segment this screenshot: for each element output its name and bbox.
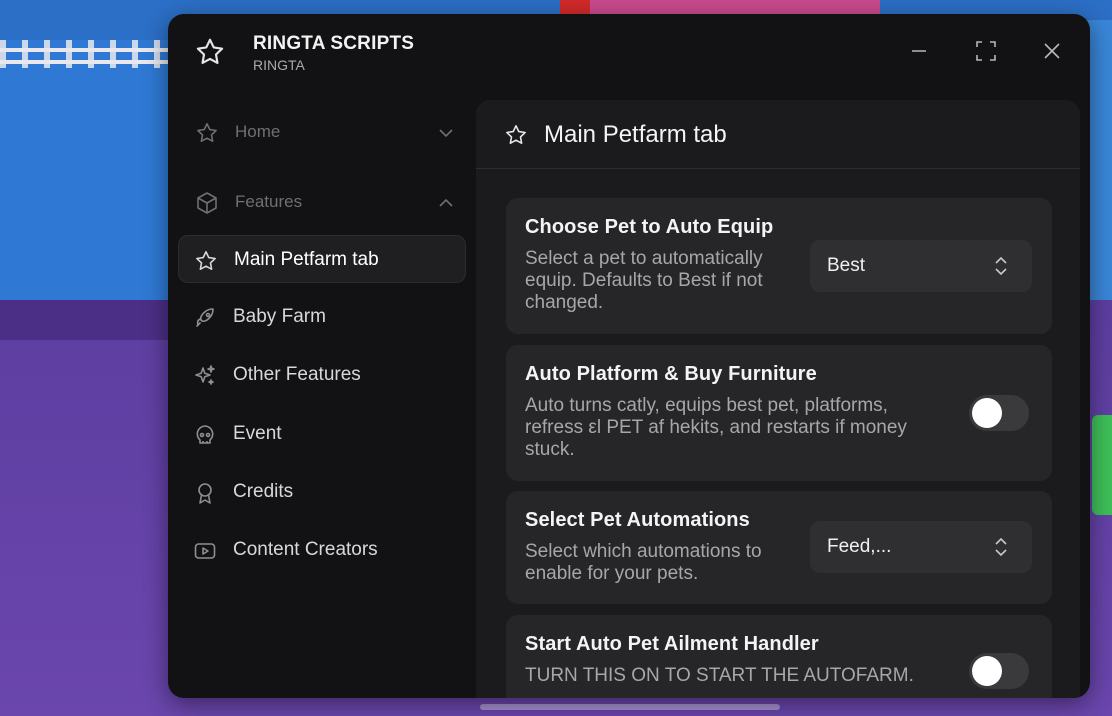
sidebar-section-home[interactable]: Home [178, 110, 466, 154]
background-green-button [1092, 415, 1112, 515]
sidebar-item-label: Other Features [233, 364, 361, 385]
sidebar-item-main-petfarm-tab[interactable]: Main Petfarm tab [178, 235, 466, 283]
maximize-icon [975, 40, 997, 67]
sidebar-section-features[interactable]: Features [178, 180, 466, 224]
page-title: Main Petfarm tab [544, 121, 727, 148]
sidebar-item-event[interactable]: Event [178, 410, 466, 458]
sidebar-item-credits[interactable]: Credits [178, 468, 466, 516]
pet-automations-dropdown[interactable]: Feed,... [810, 521, 1032, 573]
cube-icon [195, 191, 219, 215]
setting-description-line: Auto turns catly, equips best pet, platf… [525, 395, 888, 416]
sidebar-item-label: Content Creators [233, 539, 378, 560]
minimize-icon [909, 41, 929, 66]
setting-card-ailment-handler: Start Auto Pet Ailment Handler TURN THIS… [506, 615, 1052, 698]
youtube-icon [193, 539, 217, 563]
setting-description-line: equip. Defaults to Best if not [525, 270, 763, 291]
star-icon [194, 36, 226, 68]
auto-platform-toggle[interactable] [969, 395, 1029, 431]
background-fence-rail [0, 60, 170, 64]
sidebar-item-baby-farm[interactable]: Baby Farm [178, 293, 466, 341]
sidebar-item-label: Event [233, 423, 282, 444]
setting-description-line: Select a pet to automatically [525, 248, 763, 269]
chevrons-up-down-icon [993, 535, 1009, 559]
script-window: RINGTA SCRIPTS RINGTA Home Features Main… [168, 14, 1090, 698]
setting-card-choose-pet: Choose Pet to Auto Equip Select a pet to… [506, 198, 1052, 334]
setting-title: Select Pet Automations [525, 509, 750, 531]
dropdown-value: Feed,... [827, 536, 892, 557]
setting-description-line: Select which automations to [525, 541, 762, 562]
background-path [0, 300, 170, 340]
minimize-button[interactable] [904, 38, 934, 68]
sidebar-section-label: Features [235, 192, 303, 211]
skull-icon [193, 423, 217, 447]
ailment-handler-toggle[interactable] [969, 653, 1029, 689]
sparkles-icon [193, 364, 217, 388]
close-icon [1043, 42, 1061, 65]
setting-description-line: TURN THIS ON TO START THE AUTOFARM. [525, 665, 914, 686]
app-title: RINGTA SCRIPTS [253, 33, 415, 54]
toggle-knob [972, 656, 1002, 686]
pet-equip-dropdown[interactable]: Best [810, 240, 1032, 292]
background-bottom-bar [480, 704, 780, 710]
toggle-knob [972, 398, 1002, 428]
setting-description-line: enable for your pets. [525, 563, 699, 584]
main-panel: Main Petfarm tab Choose Pet to Auto Equi… [476, 100, 1080, 698]
setting-description: Select which automations to enable for y… [525, 541, 762, 585]
panel-header: Main Petfarm tab [476, 100, 1080, 169]
sidebar-item-other-features[interactable]: Other Features [178, 351, 466, 399]
sidebar-item-content-creators[interactable]: Content Creators [178, 526, 466, 574]
chevrons-up-down-icon [993, 254, 1009, 278]
setting-title: Auto Platform & Buy Furniture [525, 363, 817, 385]
chevron-down-icon [436, 123, 456, 143]
background-water [0, 40, 180, 300]
setting-description-line: refress εl PET af hekits, and restarts i… [525, 417, 907, 438]
title-bar[interactable]: RINGTA SCRIPTS RINGTA [168, 14, 1090, 94]
dropdown-value: Best [827, 255, 866, 276]
background-fence-rail [0, 48, 170, 52]
star-icon [195, 121, 219, 145]
setting-card-pet-automations: Select Pet Automations Select which auto… [506, 491, 1052, 604]
app-subtitle: RINGTA [253, 57, 305, 73]
sidebar-item-label: Main Petfarm tab [234, 249, 379, 270]
sidebar-item-label: Credits [233, 481, 294, 502]
setting-description-line: changed. [525, 292, 604, 313]
sidebar-item-label: Baby Farm [233, 306, 326, 327]
close-button[interactable] [1037, 38, 1067, 68]
rocket-icon [193, 306, 217, 330]
sidebar: Home Features Main Petfarm tab Baby Farm… [168, 94, 476, 698]
setting-title: Choose Pet to Auto Equip [525, 216, 774, 238]
chevron-up-icon [436, 193, 456, 213]
sidebar-section-label: Home [235, 122, 281, 141]
setting-description: TURN THIS ON TO START THE AUTOFARM. [525, 665, 914, 687]
award-icon [193, 481, 217, 505]
star-icon [504, 123, 528, 147]
star-icon [194, 249, 218, 273]
setting-description-line: stuck. [525, 439, 575, 460]
setting-title: Start Auto Pet Ailment Handler [525, 633, 819, 655]
setting-description: Auto turns catly, equips best pet, platf… [525, 395, 907, 461]
setting-description: Select a pet to automatically equip. Def… [525, 248, 763, 314]
setting-card-auto-platform: Auto Platform & Buy Furniture Auto turns… [506, 345, 1052, 481]
maximize-button[interactable] [971, 38, 1001, 68]
